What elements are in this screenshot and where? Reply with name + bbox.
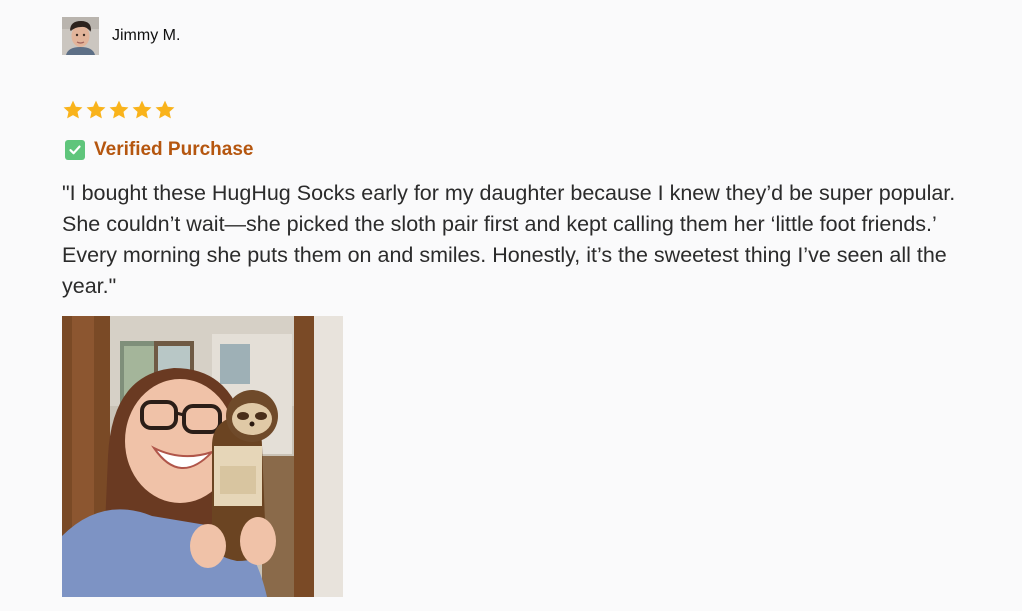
- verified-purchase-badge: Verified Purchase: [65, 139, 253, 161]
- customer-photo-image: [62, 316, 343, 597]
- review-body: "I bought these HugHug Socks early for m…: [62, 181, 956, 298]
- reviewer-header: Jimmy M.: [62, 17, 180, 55]
- review-photo[interactable]: [62, 316, 343, 597]
- check-box-icon: [65, 140, 85, 160]
- review-card: Jimmy M. Verified Purchase "I bought the…: [0, 0, 1022, 611]
- star-icon: [109, 100, 129, 119]
- star-icon: [86, 100, 106, 119]
- verified-purchase-label: Verified Purchase: [94, 139, 254, 160]
- star-icon: [63, 100, 83, 119]
- user-avatar-icon: [62, 17, 99, 55]
- star-rating: [62, 99, 176, 121]
- avatar[interactable]: [62, 17, 99, 55]
- star-icon: [155, 100, 175, 119]
- reviewer-name: Jimmy M.: [112, 27, 181, 44]
- star-icon: [132, 100, 152, 119]
